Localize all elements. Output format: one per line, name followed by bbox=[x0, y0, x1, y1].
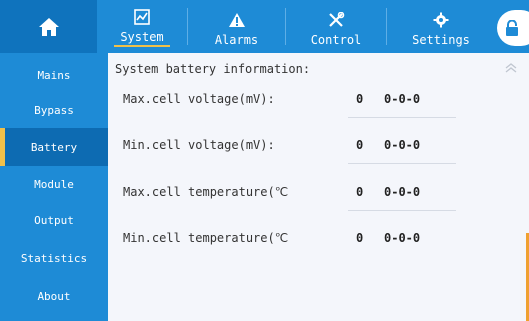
min-cell-temperature-position: 0-0-0 bbox=[384, 231, 421, 245]
home-button[interactable] bbox=[0, 0, 97, 53]
max-cell-voltage-value: 0 bbox=[356, 92, 364, 106]
tab-settings[interactable]: Settings bbox=[387, 0, 495, 53]
lock-icon bbox=[506, 20, 518, 36]
sidebar-item-about[interactable]: About bbox=[0, 277, 108, 315]
tab-system-label: System bbox=[114, 30, 170, 47]
sidebar-item-output[interactable]: Output bbox=[0, 201, 108, 239]
max-cell-temperature-position: 0-0-0 bbox=[384, 185, 421, 199]
tab-alarms[interactable]: Alarms bbox=[188, 0, 285, 53]
row-divider bbox=[348, 163, 456, 164]
tab-alarms-label: Alarms bbox=[214, 33, 259, 47]
max-cell-voltage-label: Max.cell voltage(mV): bbox=[123, 92, 275, 106]
tab-control[interactable]: Control bbox=[286, 0, 386, 53]
sidebar-item-battery[interactable]: Battery bbox=[0, 128, 108, 166]
sidebar-item-module[interactable]: Module bbox=[0, 165, 108, 203]
gear-icon bbox=[433, 11, 449, 29]
sidebar: Mains Bypass Battery Module Output Stati… bbox=[0, 53, 108, 321]
main-panel: System battery information: Max.cell vol… bbox=[108, 53, 529, 321]
sidebar-item-statistics[interactable]: Statistics bbox=[0, 239, 108, 277]
tab-settings-label: Settings bbox=[412, 33, 470, 47]
min-cell-voltage-position: 0-0-0 bbox=[384, 138, 421, 152]
tab-system[interactable]: System bbox=[97, 0, 187, 53]
sidebar-item-label: Statistics bbox=[20, 251, 88, 265]
row-divider bbox=[348, 117, 456, 118]
chart-icon bbox=[134, 8, 150, 26]
min-cell-temperature-label: Min.cell temperature(℃ bbox=[123, 231, 289, 245]
warning-icon bbox=[228, 11, 246, 29]
lock-button[interactable] bbox=[497, 10, 529, 46]
max-cell-temperature-value: 0 bbox=[356, 185, 364, 199]
max-cell-voltage-position: 0-0-0 bbox=[384, 92, 421, 106]
tools-icon bbox=[327, 11, 345, 29]
max-cell-temperature-label: Max.cell temperature(℃ bbox=[123, 185, 289, 199]
sidebar-item-label: Module bbox=[34, 177, 74, 191]
collapse-icon[interactable] bbox=[504, 61, 518, 75]
sidebar-item-label: Output bbox=[34, 213, 74, 227]
min-cell-temperature-value: 0 bbox=[356, 231, 364, 245]
top-navigation-bar: System Alarms Control Settings bbox=[0, 0, 529, 53]
home-icon bbox=[38, 17, 59, 36]
min-cell-voltage-value: 0 bbox=[356, 138, 364, 152]
sidebar-item-label: Battery bbox=[30, 140, 78, 154]
sidebar-item-label: Mains bbox=[37, 68, 71, 82]
sidebar-item-mains[interactable]: Mains bbox=[0, 56, 108, 94]
sidebar-item-label: Bypass bbox=[34, 103, 74, 117]
tab-control-label: Control bbox=[310, 33, 362, 47]
sidebar-item-bypass[interactable]: Bypass bbox=[0, 91, 108, 129]
min-cell-voltage-label: Min.cell voltage(mV): bbox=[123, 138, 275, 152]
panel-title: System battery information: bbox=[115, 62, 311, 76]
row-divider bbox=[348, 210, 456, 211]
sidebar-item-label: About bbox=[37, 289, 71, 303]
